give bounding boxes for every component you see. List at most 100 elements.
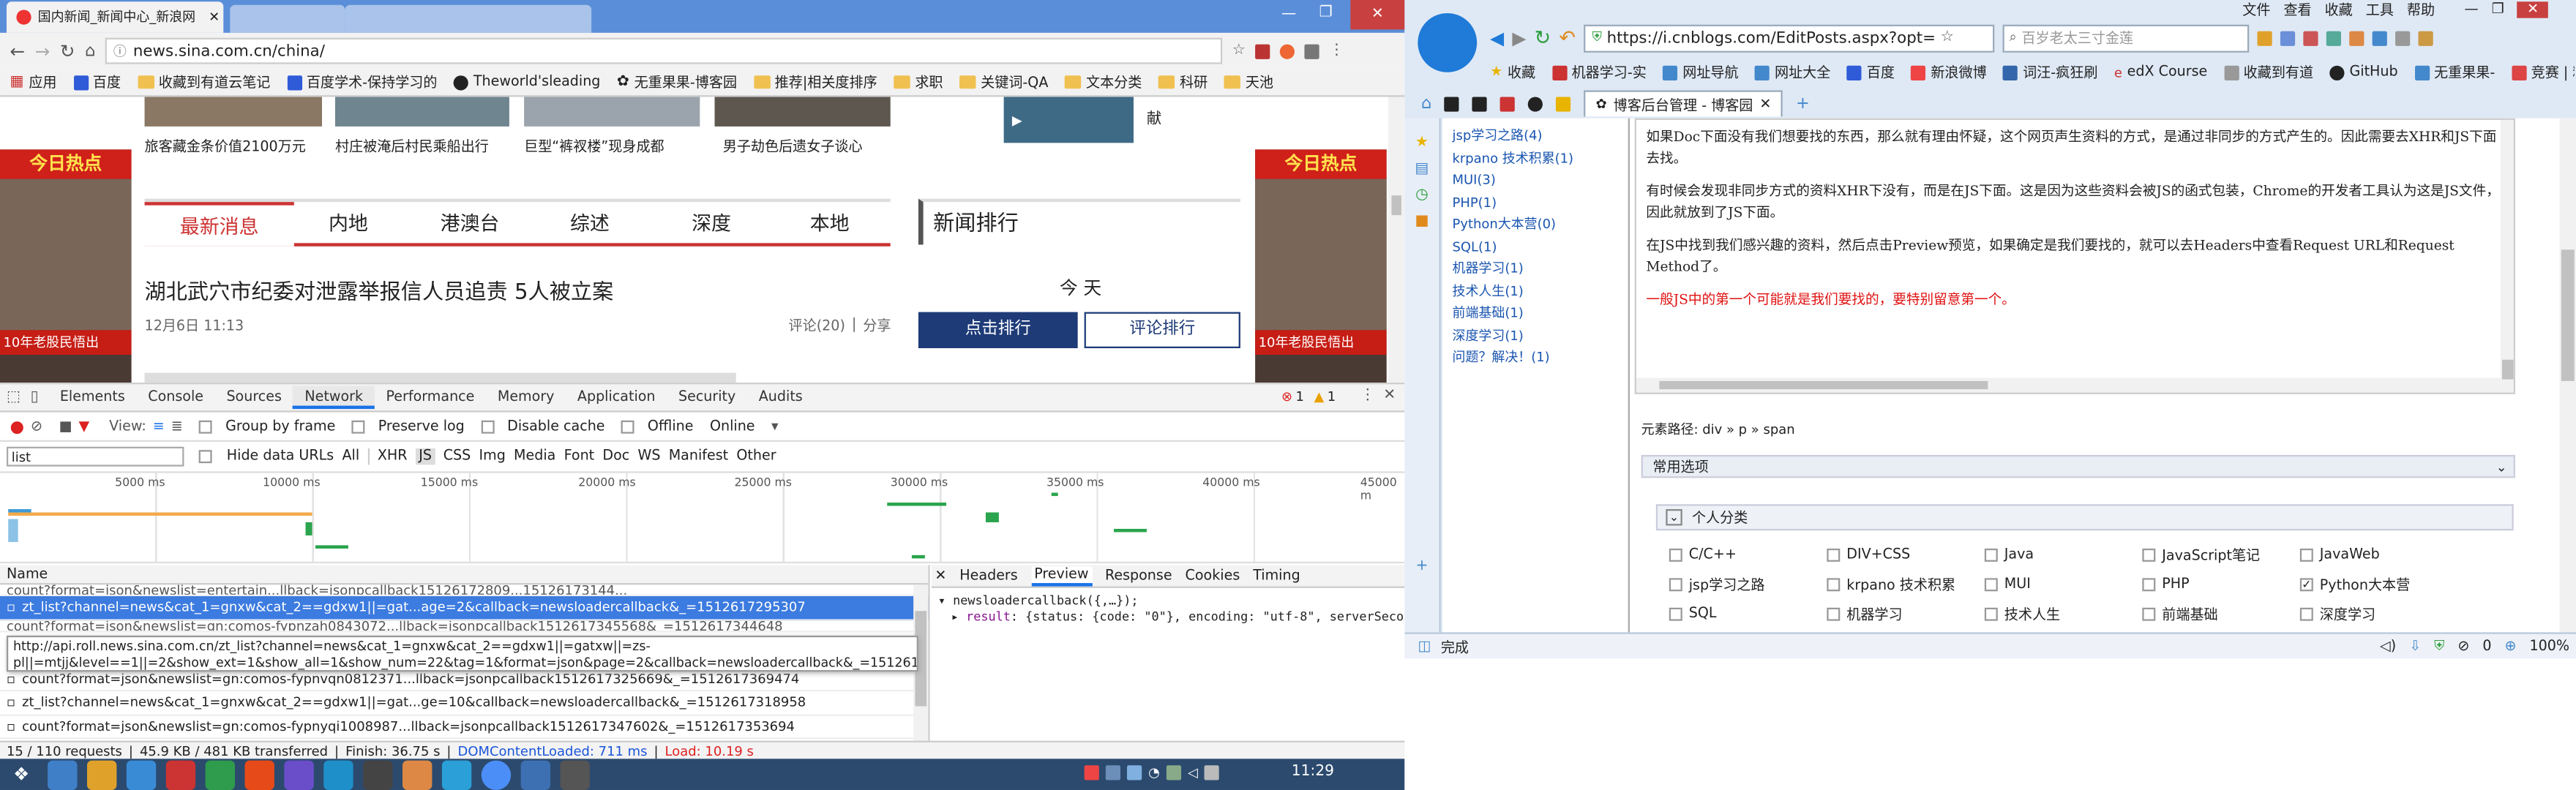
tab-hkmacautw[interactable]: 港澳台 (441, 208, 500, 236)
filter-type[interactable]: WS (637, 448, 660, 464)
category-option[interactable]: 机器学习 (1827, 604, 1965, 624)
maximize-icon[interactable]: ❐ (2492, 1, 2504, 18)
bookmark-xueshu[interactable]: 百度学术-保持学习的 (286, 72, 437, 92)
detail-tab-preview[interactable]: Preview (1030, 565, 1092, 586)
checkbox[interactable] (1669, 578, 1682, 592)
refresh-icon[interactable]: ↻ (1535, 26, 1551, 49)
app-icon[interactable] (244, 759, 274, 789)
extension-icon[interactable] (1255, 43, 1270, 59)
active-tab[interactable]: ✿ 博客后台管理 - 博客园 ✕ (1584, 90, 1783, 117)
category-option[interactable]: JavaWeb (2299, 545, 2438, 565)
close-icon[interactable]: ✕ (1759, 96, 1771, 112)
category-link[interactable]: 技术人生(1) (1452, 280, 1633, 302)
page-scrollbar[interactable] (1388, 97, 1405, 383)
filter-type[interactable]: All (342, 448, 359, 464)
checkbox[interactable] (1827, 607, 1841, 621)
category-option[interactable]: SQL (1669, 604, 1808, 624)
hide-data-urls-checkbox[interactable] (198, 450, 212, 464)
address-bar[interactable]: ⓘ news.sina.com.cn/china/ (105, 37, 1223, 64)
clock[interactable]: 11:29 (1292, 764, 1334, 780)
ad-banner-right[interactable]: 今日热点 10年老股民悟出 (1255, 149, 1387, 383)
preview-line[interactable]: ▸ result: {status: {code: "0"}, encoding… (932, 608, 1405, 626)
table-row[interactable]: ▫ zt_list?channel=news&cat_1=gnxw&cat_2==… (0, 691, 929, 715)
favorite-item[interactable]: 新浪微博 (1911, 62, 1987, 82)
thumb-4[interactable] (714, 97, 891, 127)
reload-icon[interactable]: ↻ (60, 40, 75, 61)
devtab[interactable]: Audits (747, 386, 814, 409)
menu-item[interactable]: 工具 (2366, 0, 2394, 20)
checkbox[interactable] (2142, 607, 2156, 621)
menu-icon[interactable]: ⋮ (1329, 42, 1344, 59)
tab-depth[interactable]: 深度 (692, 208, 731, 236)
video-thumb[interactable]: ▶ (1003, 97, 1134, 143)
maximize-icon[interactable]: ❐ (1319, 5, 1333, 21)
thumb-caption[interactable]: 巨型“裤衩楼”现身成都 (524, 136, 664, 156)
scroll-thumb[interactable] (2501, 359, 2514, 380)
checkbox[interactable] (1984, 607, 1998, 621)
window-close-button[interactable]: ✕ (1350, 0, 1405, 30)
app-icon[interactable] (402, 759, 433, 789)
category-link[interactable]: krpano 技术积累(1) (1452, 147, 1633, 169)
devtab[interactable]: Memory (486, 386, 566, 409)
throttle-select[interactable]: Online (710, 419, 755, 435)
category-link[interactable]: SQL(1) (1452, 236, 1633, 257)
close-icon[interactable]: ✕ (209, 10, 220, 24)
tray-icon[interactable] (1204, 764, 1220, 780)
app-icon[interactable] (323, 759, 353, 789)
category-link[interactable]: 机器学习(1) (1452, 258, 1633, 280)
editor-area[interactable]: 如果Doc下面没有我们想要找的东西，那么就有理由怀疑，这个网页声生资料的方式，是… (1634, 118, 2515, 394)
new-tab-icon[interactable]: + (1796, 94, 1810, 113)
devtab[interactable]: Performance (375, 386, 486, 409)
tray-icon[interactable] (1166, 764, 1182, 780)
bookmark-baidu[interactable]: 百度 (72, 72, 121, 92)
github-icon[interactable] (1528, 96, 1543, 111)
page-scrollbar[interactable] (2559, 118, 2576, 633)
filter-type[interactable]: CSS (443, 448, 471, 464)
category-option[interactable]: ✓ Python大本营 (2299, 575, 2438, 595)
category-link[interactable]: MUI(3) (1452, 169, 1633, 191)
detail-tab[interactable]: Response (1105, 568, 1172, 584)
bookmark-rank[interactable]: 推荐|相关度排序 (753, 72, 877, 92)
filter-type-js[interactable]: JS (415, 448, 435, 465)
history-icon[interactable]: ◷ (1404, 187, 1439, 203)
favorite-item[interactable]: e edX Course (2114, 64, 2207, 80)
bookmark-text[interactable]: 文本分类 (1064, 72, 1142, 92)
checkbox[interactable] (2299, 607, 2313, 621)
blocked-icon[interactable]: ⊘ (2457, 638, 2469, 654)
favorite-item[interactable]: 网址大全 (1755, 62, 1830, 82)
favorite-item[interactable]: GitHub (2329, 64, 2398, 80)
star-icon[interactable]: ☆ (1941, 29, 1954, 45)
shield-icon[interactable]: ⛨ (2434, 638, 2444, 654)
app-icon[interactable] (560, 759, 590, 789)
table-row[interactable]: count?format=json&newslist=gn:comos-fypn… (0, 620, 929, 632)
checkbox[interactable] (1827, 578, 1841, 592)
detail-tab[interactable]: Cookies (1186, 568, 1240, 584)
search-box[interactable]: ⌕ 百岁老太三寸金莲 (2002, 23, 2250, 52)
name-column-header[interactable]: Name (0, 565, 929, 585)
devtools-menu-icon[interactable]: ⋮ (1360, 388, 1375, 404)
tab-local[interactable]: 本地 (810, 208, 850, 236)
thumb-caption[interactable]: 旅客藏金条价值2100万元 (145, 136, 306, 156)
timeline-overview[interactable]: 5000 ms 10000 ms 15000 ms 20000 ms 25000… (0, 471, 1405, 564)
bookmark-tianchi[interactable]: 天池 (1224, 72, 1273, 92)
download-icon[interactable]: ⇩ (2409, 638, 2421, 654)
editor-hscrollbar[interactable] (1636, 377, 2501, 393)
pinned-tab-icon[interactable] (1556, 96, 1571, 111)
favorite-item[interactable]: 百度 (1846, 62, 1895, 82)
category-option[interactable]: krpano 技术积累 (1827, 575, 1965, 595)
pinned-tab-icon[interactable] (1472, 96, 1488, 111)
toolbar-icon[interactable] (2372, 30, 2387, 45)
share-link[interactable]: 分享 (863, 315, 891, 335)
app-icon[interactable] (520, 759, 551, 789)
devtab-network[interactable]: Network (293, 385, 375, 410)
tab-latest[interactable]: 最新消息 (144, 202, 294, 247)
detail-tab[interactable]: Headers (959, 568, 1017, 584)
filter-type[interactable]: Other (736, 448, 776, 464)
category-link[interactable]: 深度学习(1) (1452, 324, 1633, 346)
extension-icon-2[interactable] (1279, 43, 1295, 59)
tray-icon[interactable] (1105, 764, 1121, 780)
add-icon[interactable]: + (1404, 558, 1439, 574)
forward-icon[interactable]: ▶ (1512, 27, 1526, 48)
offline-checkbox[interactable] (621, 420, 634, 434)
favorite-item[interactable]: ★ 收藏 (1490, 62, 1535, 83)
